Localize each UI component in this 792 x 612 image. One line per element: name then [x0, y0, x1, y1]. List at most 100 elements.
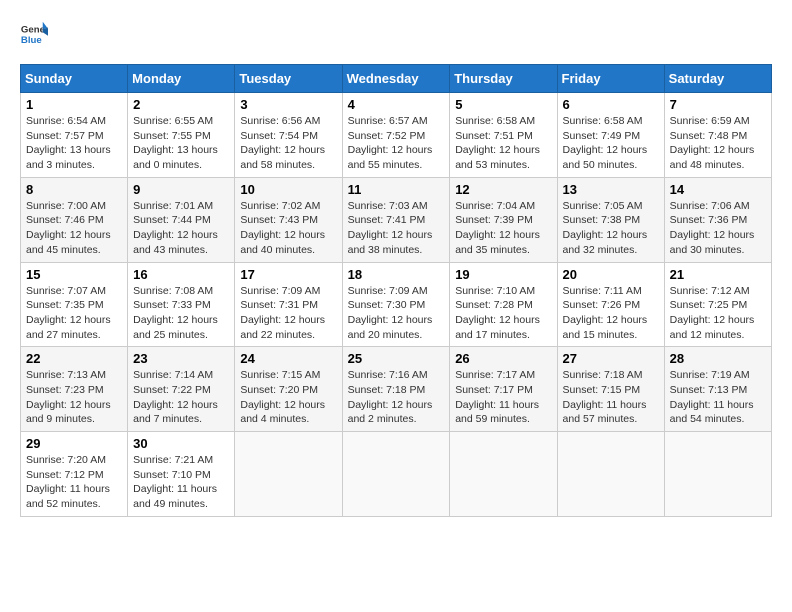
day-info: Sunrise: 6:57 AM Sunset: 7:52 PM Dayligh… [348, 114, 445, 173]
weekday-header-friday: Friday [557, 65, 664, 93]
day-info: Sunrise: 6:56 AM Sunset: 7:54 PM Dayligh… [240, 114, 336, 173]
day-info: Sunrise: 7:11 AM Sunset: 7:26 PM Dayligh… [563, 284, 659, 343]
day-number: 1 [26, 97, 122, 112]
day-cell: 20 Sunrise: 7:11 AM Sunset: 7:26 PM Dayl… [557, 262, 664, 347]
day-number: 16 [133, 267, 229, 282]
day-cell [235, 432, 342, 517]
day-cell: 25 Sunrise: 7:16 AM Sunset: 7:18 PM Dayl… [342, 347, 450, 432]
day-number: 2 [133, 97, 229, 112]
day-number: 17 [240, 267, 336, 282]
calendar-table: SundayMondayTuesdayWednesdayThursdayFrid… [20, 64, 772, 517]
week-row-2: 8 Sunrise: 7:00 AM Sunset: 7:46 PM Dayli… [21, 177, 772, 262]
weekday-header-tuesday: Tuesday [235, 65, 342, 93]
day-info: Sunrise: 6:54 AM Sunset: 7:57 PM Dayligh… [26, 114, 122, 173]
weekday-header-monday: Monday [128, 65, 235, 93]
logo-icon: General Blue [20, 20, 48, 48]
day-info: Sunrise: 6:55 AM Sunset: 7:55 PM Dayligh… [133, 114, 229, 173]
day-cell: 23 Sunrise: 7:14 AM Sunset: 7:22 PM Dayl… [128, 347, 235, 432]
day-cell: 2 Sunrise: 6:55 AM Sunset: 7:55 PM Dayli… [128, 93, 235, 178]
day-cell: 17 Sunrise: 7:09 AM Sunset: 7:31 PM Dayl… [235, 262, 342, 347]
day-info: Sunrise: 7:02 AM Sunset: 7:43 PM Dayligh… [240, 199, 336, 258]
weekday-header-sunday: Sunday [21, 65, 128, 93]
day-cell: 21 Sunrise: 7:12 AM Sunset: 7:25 PM Dayl… [664, 262, 771, 347]
day-cell [664, 432, 771, 517]
day-info: Sunrise: 7:01 AM Sunset: 7:44 PM Dayligh… [133, 199, 229, 258]
day-cell: 11 Sunrise: 7:03 AM Sunset: 7:41 PM Dayl… [342, 177, 450, 262]
day-number: 20 [563, 267, 659, 282]
day-number: 10 [240, 182, 336, 197]
day-number: 25 [348, 351, 445, 366]
day-cell: 24 Sunrise: 7:15 AM Sunset: 7:20 PM Dayl… [235, 347, 342, 432]
day-number: 29 [26, 436, 122, 451]
day-info: Sunrise: 7:18 AM Sunset: 7:15 PM Dayligh… [563, 368, 659, 427]
day-info: Sunrise: 7:04 AM Sunset: 7:39 PM Dayligh… [455, 199, 551, 258]
day-number: 24 [240, 351, 336, 366]
day-number: 22 [26, 351, 122, 366]
day-info: Sunrise: 7:19 AM Sunset: 7:13 PM Dayligh… [670, 368, 766, 427]
day-cell [450, 432, 557, 517]
day-info: Sunrise: 7:12 AM Sunset: 7:25 PM Dayligh… [670, 284, 766, 343]
day-number: 21 [670, 267, 766, 282]
day-info: Sunrise: 7:00 AM Sunset: 7:46 PM Dayligh… [26, 199, 122, 258]
day-cell: 16 Sunrise: 7:08 AM Sunset: 7:33 PM Dayl… [128, 262, 235, 347]
day-number: 8 [26, 182, 122, 197]
day-cell [342, 432, 450, 517]
day-cell: 14 Sunrise: 7:06 AM Sunset: 7:36 PM Dayl… [664, 177, 771, 262]
day-cell: 22 Sunrise: 7:13 AM Sunset: 7:23 PM Dayl… [21, 347, 128, 432]
day-number: 15 [26, 267, 122, 282]
day-info: Sunrise: 6:59 AM Sunset: 7:48 PM Dayligh… [670, 114, 766, 173]
day-cell: 26 Sunrise: 7:17 AM Sunset: 7:17 PM Dayl… [450, 347, 557, 432]
day-number: 14 [670, 182, 766, 197]
day-info: Sunrise: 7:21 AM Sunset: 7:10 PM Dayligh… [133, 453, 229, 512]
day-cell: 6 Sunrise: 6:58 AM Sunset: 7:49 PM Dayli… [557, 93, 664, 178]
day-info: Sunrise: 7:17 AM Sunset: 7:17 PM Dayligh… [455, 368, 551, 427]
day-cell: 5 Sunrise: 6:58 AM Sunset: 7:51 PM Dayli… [450, 93, 557, 178]
day-number: 6 [563, 97, 659, 112]
day-number: 18 [348, 267, 445, 282]
weekday-header-wednesday: Wednesday [342, 65, 450, 93]
weekday-header-thursday: Thursday [450, 65, 557, 93]
logo: General Blue [20, 20, 52, 48]
day-info: Sunrise: 7:09 AM Sunset: 7:30 PM Dayligh… [348, 284, 445, 343]
day-cell: 18 Sunrise: 7:09 AM Sunset: 7:30 PM Dayl… [342, 262, 450, 347]
day-info: Sunrise: 6:58 AM Sunset: 7:49 PM Dayligh… [563, 114, 659, 173]
day-number: 28 [670, 351, 766, 366]
day-info: Sunrise: 7:06 AM Sunset: 7:36 PM Dayligh… [670, 199, 766, 258]
day-info: Sunrise: 7:14 AM Sunset: 7:22 PM Dayligh… [133, 368, 229, 427]
day-cell: 10 Sunrise: 7:02 AM Sunset: 7:43 PM Dayl… [235, 177, 342, 262]
day-number: 4 [348, 97, 445, 112]
day-number: 7 [670, 97, 766, 112]
day-info: Sunrise: 7:05 AM Sunset: 7:38 PM Dayligh… [563, 199, 659, 258]
day-cell: 13 Sunrise: 7:05 AM Sunset: 7:38 PM Dayl… [557, 177, 664, 262]
weekday-header-row: SundayMondayTuesdayWednesdayThursdayFrid… [21, 65, 772, 93]
day-cell: 28 Sunrise: 7:19 AM Sunset: 7:13 PM Dayl… [664, 347, 771, 432]
day-number: 12 [455, 182, 551, 197]
day-number: 5 [455, 97, 551, 112]
page-header: General Blue [20, 20, 772, 48]
day-info: Sunrise: 7:03 AM Sunset: 7:41 PM Dayligh… [348, 199, 445, 258]
week-row-4: 22 Sunrise: 7:13 AM Sunset: 7:23 PM Dayl… [21, 347, 772, 432]
day-info: Sunrise: 7:08 AM Sunset: 7:33 PM Dayligh… [133, 284, 229, 343]
day-cell: 29 Sunrise: 7:20 AM Sunset: 7:12 PM Dayl… [21, 432, 128, 517]
week-row-1: 1 Sunrise: 6:54 AM Sunset: 7:57 PM Dayli… [21, 93, 772, 178]
day-info: Sunrise: 7:15 AM Sunset: 7:20 PM Dayligh… [240, 368, 336, 427]
day-number: 3 [240, 97, 336, 112]
day-cell: 19 Sunrise: 7:10 AM Sunset: 7:28 PM Dayl… [450, 262, 557, 347]
day-info: Sunrise: 7:13 AM Sunset: 7:23 PM Dayligh… [26, 368, 122, 427]
day-cell: 27 Sunrise: 7:18 AM Sunset: 7:15 PM Dayl… [557, 347, 664, 432]
day-cell: 4 Sunrise: 6:57 AM Sunset: 7:52 PM Dayli… [342, 93, 450, 178]
day-info: Sunrise: 7:10 AM Sunset: 7:28 PM Dayligh… [455, 284, 551, 343]
day-cell: 15 Sunrise: 7:07 AM Sunset: 7:35 PM Dayl… [21, 262, 128, 347]
day-info: Sunrise: 7:20 AM Sunset: 7:12 PM Dayligh… [26, 453, 122, 512]
day-number: 19 [455, 267, 551, 282]
weekday-header-saturday: Saturday [664, 65, 771, 93]
day-cell: 9 Sunrise: 7:01 AM Sunset: 7:44 PM Dayli… [128, 177, 235, 262]
day-cell: 3 Sunrise: 6:56 AM Sunset: 7:54 PM Dayli… [235, 93, 342, 178]
week-row-5: 29 Sunrise: 7:20 AM Sunset: 7:12 PM Dayl… [21, 432, 772, 517]
day-number: 30 [133, 436, 229, 451]
week-row-3: 15 Sunrise: 7:07 AM Sunset: 7:35 PM Dayl… [21, 262, 772, 347]
day-cell: 30 Sunrise: 7:21 AM Sunset: 7:10 PM Dayl… [128, 432, 235, 517]
day-number: 23 [133, 351, 229, 366]
day-number: 27 [563, 351, 659, 366]
day-info: Sunrise: 7:16 AM Sunset: 7:18 PM Dayligh… [348, 368, 445, 427]
